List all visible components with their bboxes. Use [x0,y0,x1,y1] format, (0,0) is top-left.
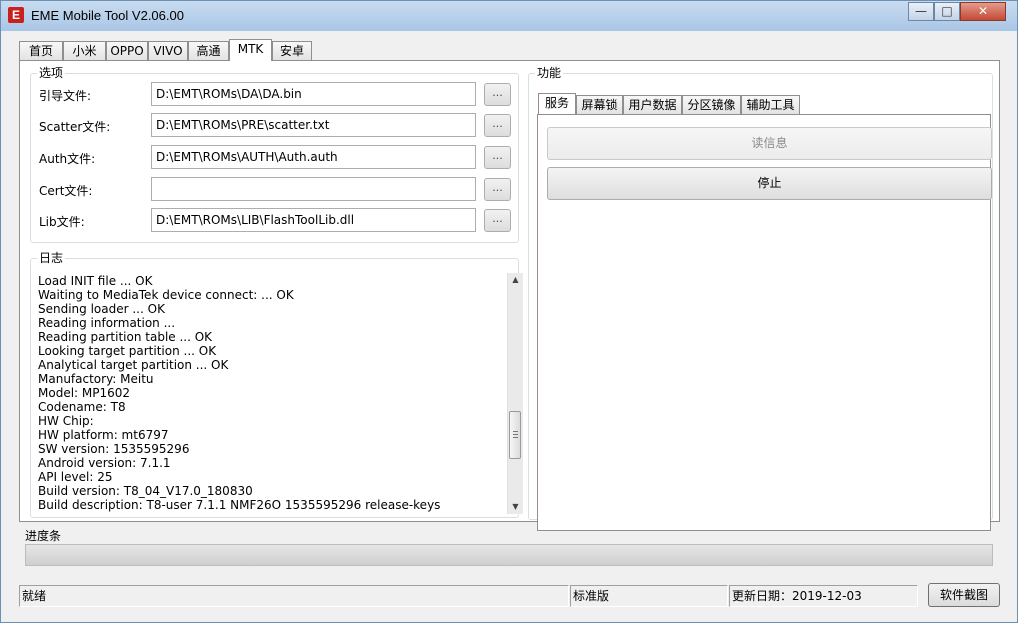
title-bar[interactable]: E EME Mobile Tool V2.06.00 — □ ✕ [1,1,1017,31]
status-update-date: 更新日期：2019-12-03 [729,585,918,607]
service-tab-panel: 读信息 停止 [537,114,992,531]
functions-group: 功能 服务 屏幕锁 用户数据 分区镜像 辅助工具 读信息 停止 [528,66,993,531]
status-state: 就绪 [19,585,569,607]
log-text-area[interactable]: Load INIT file ... OK Waiting to MediaTe… [38,274,513,515]
maximize-button[interactable]: □ [934,2,960,21]
options-group-title: 选项 [37,66,66,80]
window-title: EME Mobile Tool V2.06.00 [31,8,184,23]
tab-vivo[interactable]: VIVO [148,41,188,60]
tab-home[interactable]: 首页 [19,41,63,60]
app-logo-icon: E [8,7,24,23]
app-window: E EME Mobile Tool V2.06.00 — □ ✕ 首页 小米 O… [0,0,1018,623]
tab-user-data[interactable]: 用户数据 [623,95,682,114]
log-line: HW Chip: [38,414,94,428]
log-line: Build version: T8_04_V17.0_180830 [38,484,253,498]
screenshot-button[interactable]: 软件截图 [928,583,1000,607]
tab-mtk[interactable]: MTK [229,39,272,61]
progress-bar [25,544,993,566]
log-group: 日志 Load INIT file ... OK Waiting to Medi… [30,251,523,518]
scatter-file-browse-button[interactable]: ... [484,114,511,137]
da-file-label: 引导文件: [39,89,92,103]
status-edition: 标准版 [570,585,728,607]
tab-xiaomi[interactable]: 小米 [63,41,106,60]
lib-file-browse-button[interactable]: ... [484,209,511,232]
scroll-up-icon[interactable]: ▲ [508,273,523,287]
log-line: Reading partition table ... OK [38,330,213,344]
stop-button[interactable]: 停止 [547,167,992,200]
da-file-browse-button[interactable]: ... [484,83,511,106]
tab-android[interactable]: 安卓 [272,41,312,60]
log-line: Analytical target partition ... OK [38,358,229,372]
log-line: Sending loader ... OK [38,302,165,316]
options-group: 选项 引导文件: D:\EMT\ROMs\DA\DA.bin ... Scatt… [30,66,519,243]
log-line: API level: 25 [38,470,113,484]
log-scrollbar[interactable]: ▲ ▼ [507,273,523,514]
log-line: Build description: T8-user 7.1.1 NMF26O … [38,498,441,512]
auth-file-label: Auth文件: [39,152,96,166]
log-line: Reading information ... [38,316,176,330]
log-scroll-thumb[interactable] [509,411,521,459]
log-line: Model: MP1602 [38,386,131,400]
tab-screen-lock[interactable]: 屏幕锁 [576,95,623,114]
scroll-down-icon[interactable]: ▼ [508,500,523,514]
scatter-file-label: Scatter文件: [39,120,111,134]
log-line: Android version: 7.1.1 [38,456,171,470]
da-file-input[interactable]: D:\EMT\ROMs\DA\DA.bin [151,82,476,106]
log-line: Codename: T8 [38,400,126,414]
scatter-file-input[interactable]: D:\EMT\ROMs\PRE\scatter.txt [151,113,476,137]
log-line: HW platform: mt6797 [38,428,169,442]
functions-group-title: 功能 [535,66,564,80]
log-group-title: 日志 [37,251,66,265]
read-info-button[interactable]: 读信息 [547,127,992,160]
progress-group: 进度条 [19,525,1000,571]
progress-label: 进度条 [25,529,62,543]
tab-qualcomm[interactable]: 高通 [188,41,229,60]
mtk-tab-panel: 选项 引导文件: D:\EMT\ROMs\DA\DA.bin ... Scatt… [19,60,1000,531]
auth-file-browse-button[interactable]: ... [484,146,511,169]
grip-line [513,434,518,435]
tab-partition-image[interactable]: 分区镜像 [682,95,741,114]
auth-file-input[interactable]: D:\EMT\ROMs\AUTH\Auth.auth [151,145,476,169]
cert-file-input[interactable] [151,177,476,201]
cert-file-label: Cert文件: [39,184,93,198]
grip-line [513,437,518,438]
tab-service[interactable]: 服务 [538,93,576,114]
cert-file-browse-button[interactable]: ... [484,178,511,201]
log-line: SW version: 1535595296 [38,442,190,456]
log-line: Manufactory: Meitu [38,372,154,386]
log-line: Load INIT file ... OK [38,274,153,288]
tab-oppo[interactable]: OPPO [106,41,148,60]
lib-file-input[interactable]: D:\EMT\ROMs\LIB\FlashToolLib.dll [151,208,476,232]
tab-utilities[interactable]: 辅助工具 [741,95,800,114]
minimize-button[interactable]: — [908,2,934,21]
close-button[interactable]: ✕ [960,2,1006,21]
lib-file-label: Lib文件: [39,215,85,229]
log-line: Waiting to MediaTek device connect: ... … [38,288,294,302]
log-line: Looking target partition ... OK [38,344,217,358]
grip-line [513,431,518,432]
